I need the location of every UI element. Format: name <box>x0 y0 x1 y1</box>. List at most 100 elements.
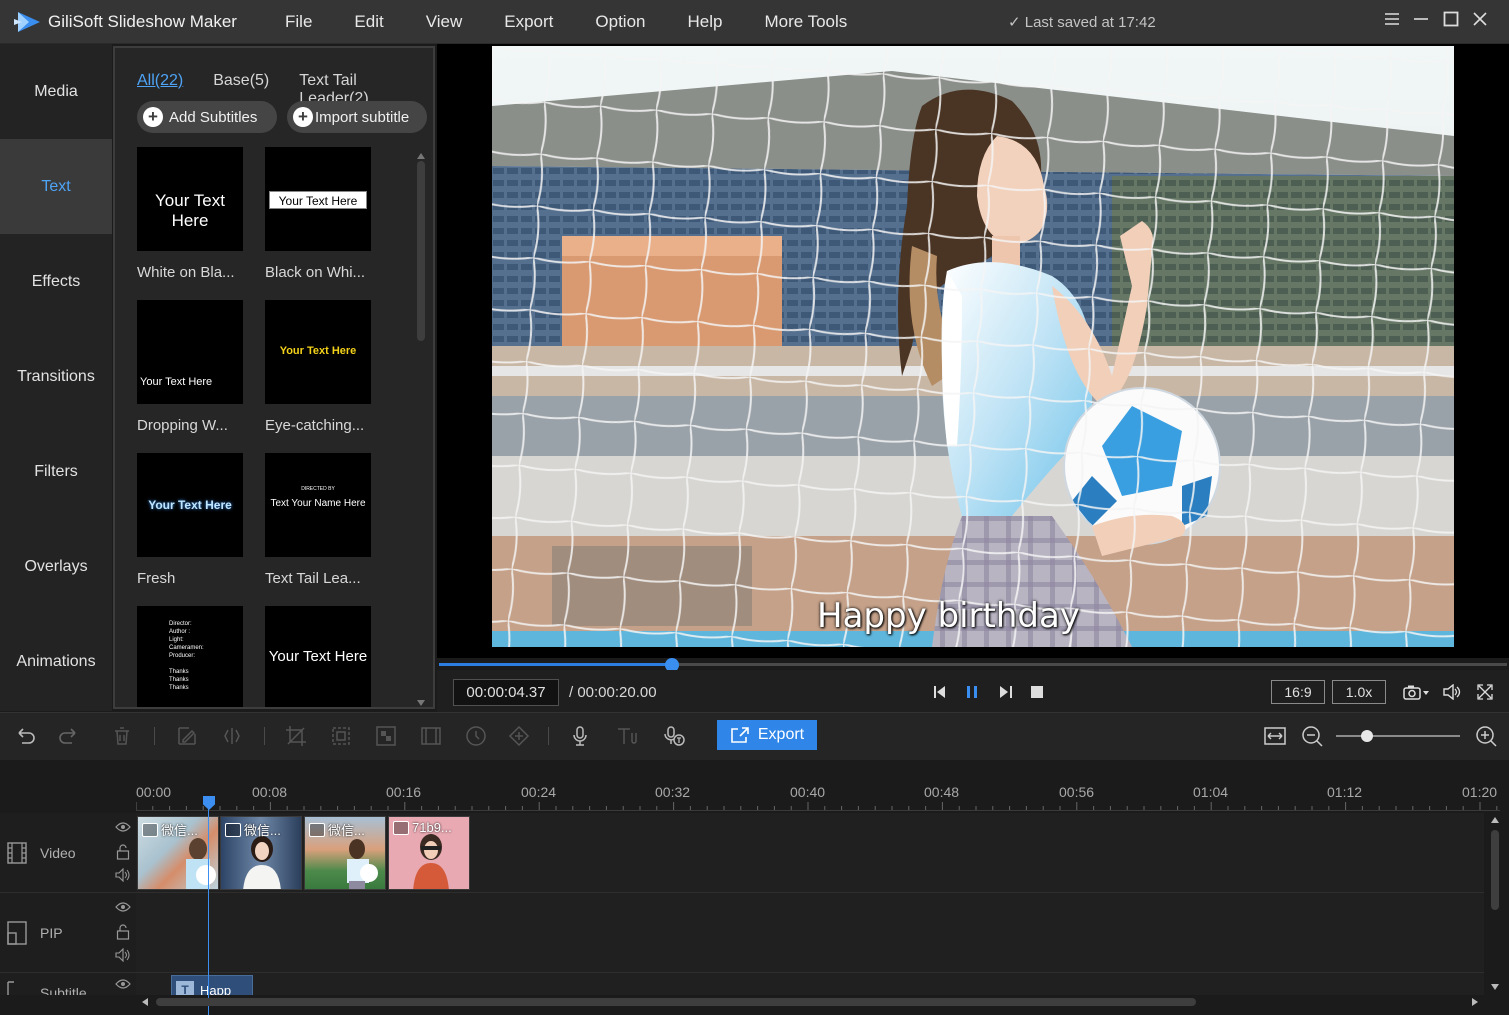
preview-frame-image <box>492 46 1454 647</box>
lock-icon[interactable] <box>116 844 130 860</box>
import-subtitle-button[interactable]: + Import subtitle <box>287 101 427 133</box>
lock-icon[interactable] <box>116 924 130 940</box>
menu-edit[interactable]: Edit <box>354 0 383 44</box>
nav-transitions[interactable]: Transitions <box>0 329 112 424</box>
ruler-label: 00:40 <box>790 784 826 800</box>
crop-icon[interactable] <box>284 724 308 748</box>
fit-timeline-icon[interactable] <box>1263 724 1287 748</box>
volume-icon[interactable] <box>1443 684 1461 700</box>
add-subtitles-button[interactable]: + Add Subtitles <box>137 101 277 133</box>
library-scrollbar[interactable] <box>415 147 427 707</box>
zoom-in-icon[interactable] <box>1474 724 1498 748</box>
menu-export[interactable]: Export <box>504 0 553 44</box>
text-to-speech-icon[interactable] <box>615 724 639 748</box>
preview-caption: Happy birthday <box>817 596 1080 636</box>
ruler-label: 01:12 <box>1327 784 1363 800</box>
speaker-icon[interactable] <box>115 868 131 882</box>
timeline-horizontal-scrollbar[interactable] <box>140 994 1484 1010</box>
menu-icon[interactable] <box>1380 10 1404 34</box>
step-back-icon[interactable] <box>933 685 949 699</box>
delete-icon[interactable] <box>110 724 134 748</box>
minimize-icon[interactable] <box>1409 10 1433 34</box>
subtitle-track[interactable]: T Happ <box>136 973 1484 995</box>
clip-name: 71b9... <box>412 820 452 835</box>
step-forward-icon[interactable] <box>997 685 1013 699</box>
video-clip[interactable]: 微信... <box>220 816 302 890</box>
microphone-icon[interactable] <box>568 724 592 748</box>
redo-icon[interactable] <box>56 724 80 748</box>
duration-icon[interactable] <box>464 724 488 748</box>
nav-text[interactable]: Text <box>0 139 112 234</box>
template-eye-catching[interactable]: Your Text Here Eye-catching... <box>265 300 371 434</box>
eye-icon[interactable] <box>115 978 131 990</box>
stop-icon[interactable] <box>1030 685 1044 699</box>
template-dropping-words[interactable]: Your Text Here Dropping W... <box>137 300 243 434</box>
eye-icon[interactable] <box>115 901 131 913</box>
app-title: GiliSoft Slideshow Maker <box>48 12 237 31</box>
zoom-crop-icon[interactable] <box>329 724 353 748</box>
zoom-out-icon[interactable] <box>1300 724 1324 748</box>
scrollbar-thumb[interactable] <box>156 998 1196 1006</box>
time-ruler[interactable]: 00:00 00:08 00:16 00:24 00:32 00:40 00:4… <box>136 760 1500 812</box>
template-text-tail-leader[interactable]: DIRECTED BY Text Your Name Here Text Tai… <box>265 453 371 587</box>
clip-label: 微信... <box>309 820 365 839</box>
template-black-on-white[interactable]: Your Text Here Black on Whi... <box>265 147 371 281</box>
fullscreen-icon[interactable] <box>1477 684 1493 700</box>
scroll-down-icon[interactable] <box>1486 982 1504 992</box>
template-preview: Your Text Here <box>137 300 243 404</box>
nav-filters[interactable]: Filters <box>0 424 112 519</box>
credit-spacer <box>169 660 243 668</box>
video-preview[interactable]: Happy birthday <box>437 44 1509 658</box>
menu-help[interactable]: Help <box>687 0 722 44</box>
playback-progress[interactable] <box>437 658 1509 672</box>
scroll-right-icon[interactable] <box>1470 995 1480 1009</box>
edit-icon[interactable] <box>175 724 199 748</box>
menu-view[interactable]: View <box>426 0 463 44</box>
scroll-down-icon[interactable] <box>415 699 427 707</box>
keyframe-icon[interactable] <box>507 724 531 748</box>
template-fresh[interactable]: Your Text Here Fresh <box>137 453 243 587</box>
mosaic-icon[interactable] <box>374 724 398 748</box>
template-label: Text Tail Lea... <box>265 570 361 587</box>
speech-to-text-icon[interactable] <box>662 724 686 748</box>
zoom-slider-track[interactable] <box>1336 735 1460 737</box>
image-icon <box>225 822 241 837</box>
pause-icon[interactable] <box>965 685 979 699</box>
nav-effects[interactable]: Effects <box>0 234 112 329</box>
scrollbar-thumb[interactable] <box>1491 830 1499 910</box>
close-icon[interactable] <box>1468 10 1492 34</box>
nav-overlays[interactable]: Overlays <box>0 519 112 614</box>
template-plain[interactable]: Your Text Here <box>265 606 371 707</box>
maximize-icon[interactable] <box>1439 10 1463 34</box>
nav-animations[interactable]: Animations <box>0 614 112 709</box>
speaker-icon[interactable] <box>115 948 131 962</box>
menu-file[interactable]: File <box>285 0 312 44</box>
template-preview: DIRECTED BY Text Your Name Here <box>265 453 371 557</box>
scroll-up-icon[interactable] <box>415 152 427 160</box>
video-clip[interactable]: 微信... <box>304 816 386 890</box>
menu-option[interactable]: Option <box>595 0 645 44</box>
aspect-ratio-button[interactable]: 16:9 <box>1271 680 1325 704</box>
pip-track[interactable] <box>136 893 1484 973</box>
scroll-up-icon[interactable] <box>1486 815 1504 825</box>
scroll-left-icon[interactable] <box>140 995 150 1009</box>
frame-icon[interactable] <box>419 724 443 748</box>
eye-icon[interactable] <box>115 821 131 833</box>
video-clip[interactable]: 微信... <box>137 816 219 890</box>
nav-media[interactable]: Media <box>0 44 112 139</box>
template-credits[interactable]: Director: Author : Light: Cameramen: Pro… <box>137 606 243 707</box>
zoom-slider-handle[interactable] <box>1361 730 1373 742</box>
video-clip[interactable]: 71b9... <box>388 816 470 890</box>
export-button[interactable]: Export <box>717 720 817 750</box>
subtitle-clip[interactable]: T Happ <box>171 975 253 995</box>
timeline-vertical-scrollbar[interactable] <box>1486 812 1504 992</box>
scrollbar-thumb[interactable] <box>417 161 425 341</box>
speed-button[interactable]: 1.0x <box>1332 680 1386 704</box>
undo-icon[interactable] <box>14 724 38 748</box>
snapshot-icon[interactable] <box>1403 684 1431 700</box>
template-white-on-black[interactable]: Your Text Here White on Bla... <box>137 147 243 281</box>
template-preview: Your Text Here <box>137 147 243 251</box>
menu-more-tools[interactable]: More Tools <box>764 0 847 44</box>
split-icon[interactable] <box>220 724 244 748</box>
current-time-field[interactable]: 00:00:04.37 <box>453 679 559 706</box>
